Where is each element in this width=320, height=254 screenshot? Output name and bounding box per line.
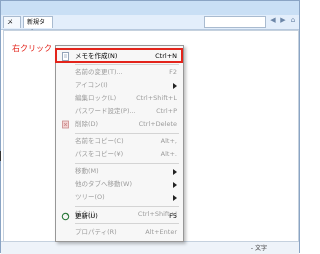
- submenu-arrow-icon: [173, 169, 177, 175]
- splitter-handle[interactable]: [0, 151, 1, 161]
- submenu-arrow-icon: [173, 195, 177, 201]
- menu-shortcut: Alt+.: [160, 150, 177, 158]
- menu-item-properties[interactable]: プロパティ(R) Alt+Enter: [58, 226, 181, 239]
- menu-label: ツリー(O): [75, 193, 105, 201]
- title-bar: [1, 1, 299, 16]
- menu-separator: [75, 163, 179, 164]
- menu-item-tree[interactable]: ツリー(O): [58, 191, 181, 204]
- menu-shortcut: Alt+,: [160, 137, 177, 145]
- menu-separator: [75, 64, 179, 65]
- menu-item-copy-name[interactable]: 名前をコピー(C) Alt+,: [58, 135, 181, 148]
- menu-separator: [75, 223, 179, 224]
- menu-item-move[interactable]: 移動(M): [58, 165, 181, 178]
- menu-label: アイコン(I): [75, 81, 108, 89]
- menu-item-delete[interactable]: 削除(D) Ctrl+Delete: [58, 118, 181, 131]
- menu-label: パスワード設定(P)...: [75, 107, 136, 115]
- menu-label: 編集ロック(L): [75, 94, 117, 102]
- tab-new[interactable]: 新規タブ: [23, 16, 53, 37]
- menu-label: 更新(U): [75, 212, 98, 220]
- menu-shortcut: Ctrl+Shift+L: [136, 94, 177, 102]
- menu-item-edit-lock[interactable]: 編集ロック(L) Ctrl+Shift+L: [58, 92, 181, 105]
- delete-icon: [62, 120, 69, 129]
- menu-label: パスをコピー(¥): [75, 150, 124, 158]
- menu-label: 他のタブへ移動(W): [75, 180, 132, 188]
- menu-shortcut: Alt+Enter: [145, 228, 177, 236]
- submenu-arrow-icon: [173, 83, 177, 89]
- arrow-right-icon[interactable]: ▶: [278, 15, 288, 25]
- menu-separator: [75, 206, 179, 207]
- search-input[interactable]: [204, 16, 266, 28]
- menu-label: 名前をコピー(C): [75, 137, 124, 145]
- menu-item-password[interactable]: パスワード設定(P)... Ctrl+P: [58, 105, 181, 118]
- menu-item-icon[interactable]: アイコン(I): [58, 79, 181, 92]
- menu-separator: [75, 133, 179, 134]
- menu-item-refresh[interactable]: 更新(U) F5: [58, 210, 181, 223]
- home-icon[interactable]: ⌂: [288, 15, 298, 25]
- tab-bar: メモ 新規タブ ◀ ▶ ⌂: [1, 15, 299, 37]
- context-menu: メモを作成(N) Ctrl+N 名前の変更(T)... F2 アイコン(I) 編…: [55, 45, 184, 242]
- menu-shortcut: Ctrl+P: [156, 107, 177, 115]
- menu-label: プロパティ(R): [75, 228, 117, 236]
- menu-shortcut: Ctrl+Delete: [138, 120, 177, 128]
- menu-item-move-to-tab[interactable]: 他のタブへ移動(W): [58, 178, 181, 191]
- annotation-highlight-box: [55, 48, 183, 63]
- refresh-icon: [61, 212, 70, 221]
- submenu-arrow-icon: [173, 182, 177, 188]
- menu-item-copy-path[interactable]: パスをコピー(¥) Alt+.: [58, 148, 181, 161]
- arrow-left-icon[interactable]: ◀: [268, 15, 278, 25]
- menu-label: 移動(M): [75, 167, 99, 175]
- status-text: - 文字: [250, 245, 267, 252]
- status-bar: - 文字: [1, 241, 299, 254]
- menu-shortcut: F2: [169, 68, 177, 76]
- menu-item-rename[interactable]: 名前の変更(T)... F2: [58, 66, 181, 79]
- tab-memo[interactable]: メモ: [3, 16, 21, 37]
- annotation-label: 右クリック: [12, 44, 52, 53]
- menu-shortcut: F5: [169, 212, 177, 220]
- menu-label: 削除(D): [75, 120, 99, 128]
- menu-label: 名前の変更(T)...: [75, 68, 123, 76]
